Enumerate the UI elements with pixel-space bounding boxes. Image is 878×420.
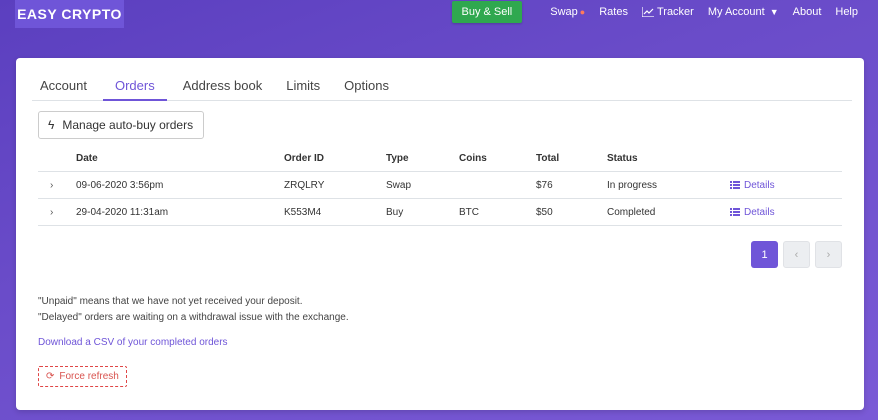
manage-auto-buy-button[interactable]: ϟ Manage auto-buy orders — [38, 111, 205, 139]
list-icon — [730, 181, 740, 189]
manage-auto-buy-label: Manage auto-buy orders — [62, 118, 194, 132]
tab-bar: Account Orders Address book Limits Optio… — [32, 72, 852, 101]
order-type: Swap — [386, 179, 412, 191]
force-refresh-button[interactable]: ⟳ Force refresh — [38, 366, 127, 387]
details-label: Details — [744, 206, 775, 218]
nav-my-account-label: My Account — [707, 6, 765, 18]
download-csv-link[interactable]: Download a CSV of your completed orders — [38, 337, 228, 348]
nav-my-account[interactable]: My Account ▼ — [708, 6, 779, 18]
table-header: Date Order ID Type Coins Total Status — [38, 146, 842, 172]
logo[interactable]: EASY CRYPTO — [15, 0, 124, 28]
nav-swap-label: Swap — [550, 6, 578, 18]
nav-menu: Buy & Sell Swap ● Rates Tracker My Accou… — [451, 0, 858, 24]
nav-rates[interactable]: Rates — [599, 6, 628, 18]
drop-icon: ● — [579, 7, 586, 17]
orders-card: Account Orders Address book Limits Optio… — [16, 58, 864, 410]
header-status: Status — [607, 153, 638, 164]
details-link[interactable]: Details — [730, 172, 775, 198]
tab-options[interactable]: Options — [336, 72, 397, 101]
order-coins: BTC — [459, 206, 479, 218]
order-date: 09-06-2020 3:56pm — [76, 179, 164, 191]
tab-account[interactable]: Account — [32, 72, 95, 101]
header-type: Type — [386, 153, 409, 164]
details-label: Details — [744, 179, 775, 191]
tab-address-book[interactable]: Address book — [175, 72, 271, 101]
refresh-icon: ⟳ — [46, 371, 55, 382]
order-type: Buy — [386, 206, 404, 218]
nav-tracker[interactable]: Tracker — [641, 6, 694, 18]
order-id: K553M4 — [284, 206, 322, 218]
header-total: Total — [536, 153, 560, 164]
force-refresh-label: Force refresh — [59, 371, 119, 382]
navbar: EASY CRYPTO Buy & Sell Swap ● Rates Trac… — [0, 0, 878, 28]
tab-limits[interactable]: Limits — [278, 72, 328, 101]
chart-line-icon — [641, 7, 654, 17]
buy-sell-button[interactable]: Buy & Sell — [451, 1, 523, 23]
chevron-down-icon: ▼ — [769, 7, 779, 17]
table-row: › 09-06-2020 3:56pm ZRQLRY Swap $76 In p… — [38, 172, 842, 199]
order-total: $76 — [536, 179, 553, 191]
order-total: $50 — [536, 206, 553, 218]
prev-page-button[interactable]: ‹ — [783, 241, 810, 268]
delayed-note: "Delayed" orders are waiting on a withdr… — [38, 312, 349, 323]
expand-chevron-icon[interactable]: › — [50, 172, 53, 198]
orders-table: Date Order ID Type Coins Total Status › … — [38, 146, 842, 226]
nav-about[interactable]: About — [793, 6, 822, 18]
order-status: In progress — [607, 179, 658, 191]
list-icon — [730, 208, 740, 216]
order-status: Completed — [607, 206, 656, 218]
nav-swap[interactable]: Swap ● — [550, 6, 585, 18]
tab-orders[interactable]: Orders — [102, 72, 167, 101]
page-1-button[interactable]: 1 — [751, 241, 778, 268]
order-date: 29-04-2020 11:31am — [76, 206, 169, 218]
header-coins: Coins — [459, 153, 487, 164]
order-id: ZRQLRY — [284, 179, 325, 191]
header-date: Date — [76, 153, 98, 164]
pagination: 1 ‹ › — [746, 241, 842, 268]
table-row: › 29-04-2020 11:31am K553M4 Buy BTC $50 … — [38, 199, 842, 226]
nav-help[interactable]: Help — [835, 6, 858, 18]
bolt-icon: ϟ — [48, 118, 55, 132]
nav-tracker-label: Tracker — [656, 6, 694, 18]
unpaid-note: "Unpaid" means that we have not yet rece… — [38, 296, 303, 307]
details-link[interactable]: Details — [730, 199, 775, 225]
next-page-button[interactable]: › — [815, 241, 842, 268]
header-order-id: Order ID — [284, 153, 325, 164]
expand-chevron-icon[interactable]: › — [50, 199, 53, 225]
